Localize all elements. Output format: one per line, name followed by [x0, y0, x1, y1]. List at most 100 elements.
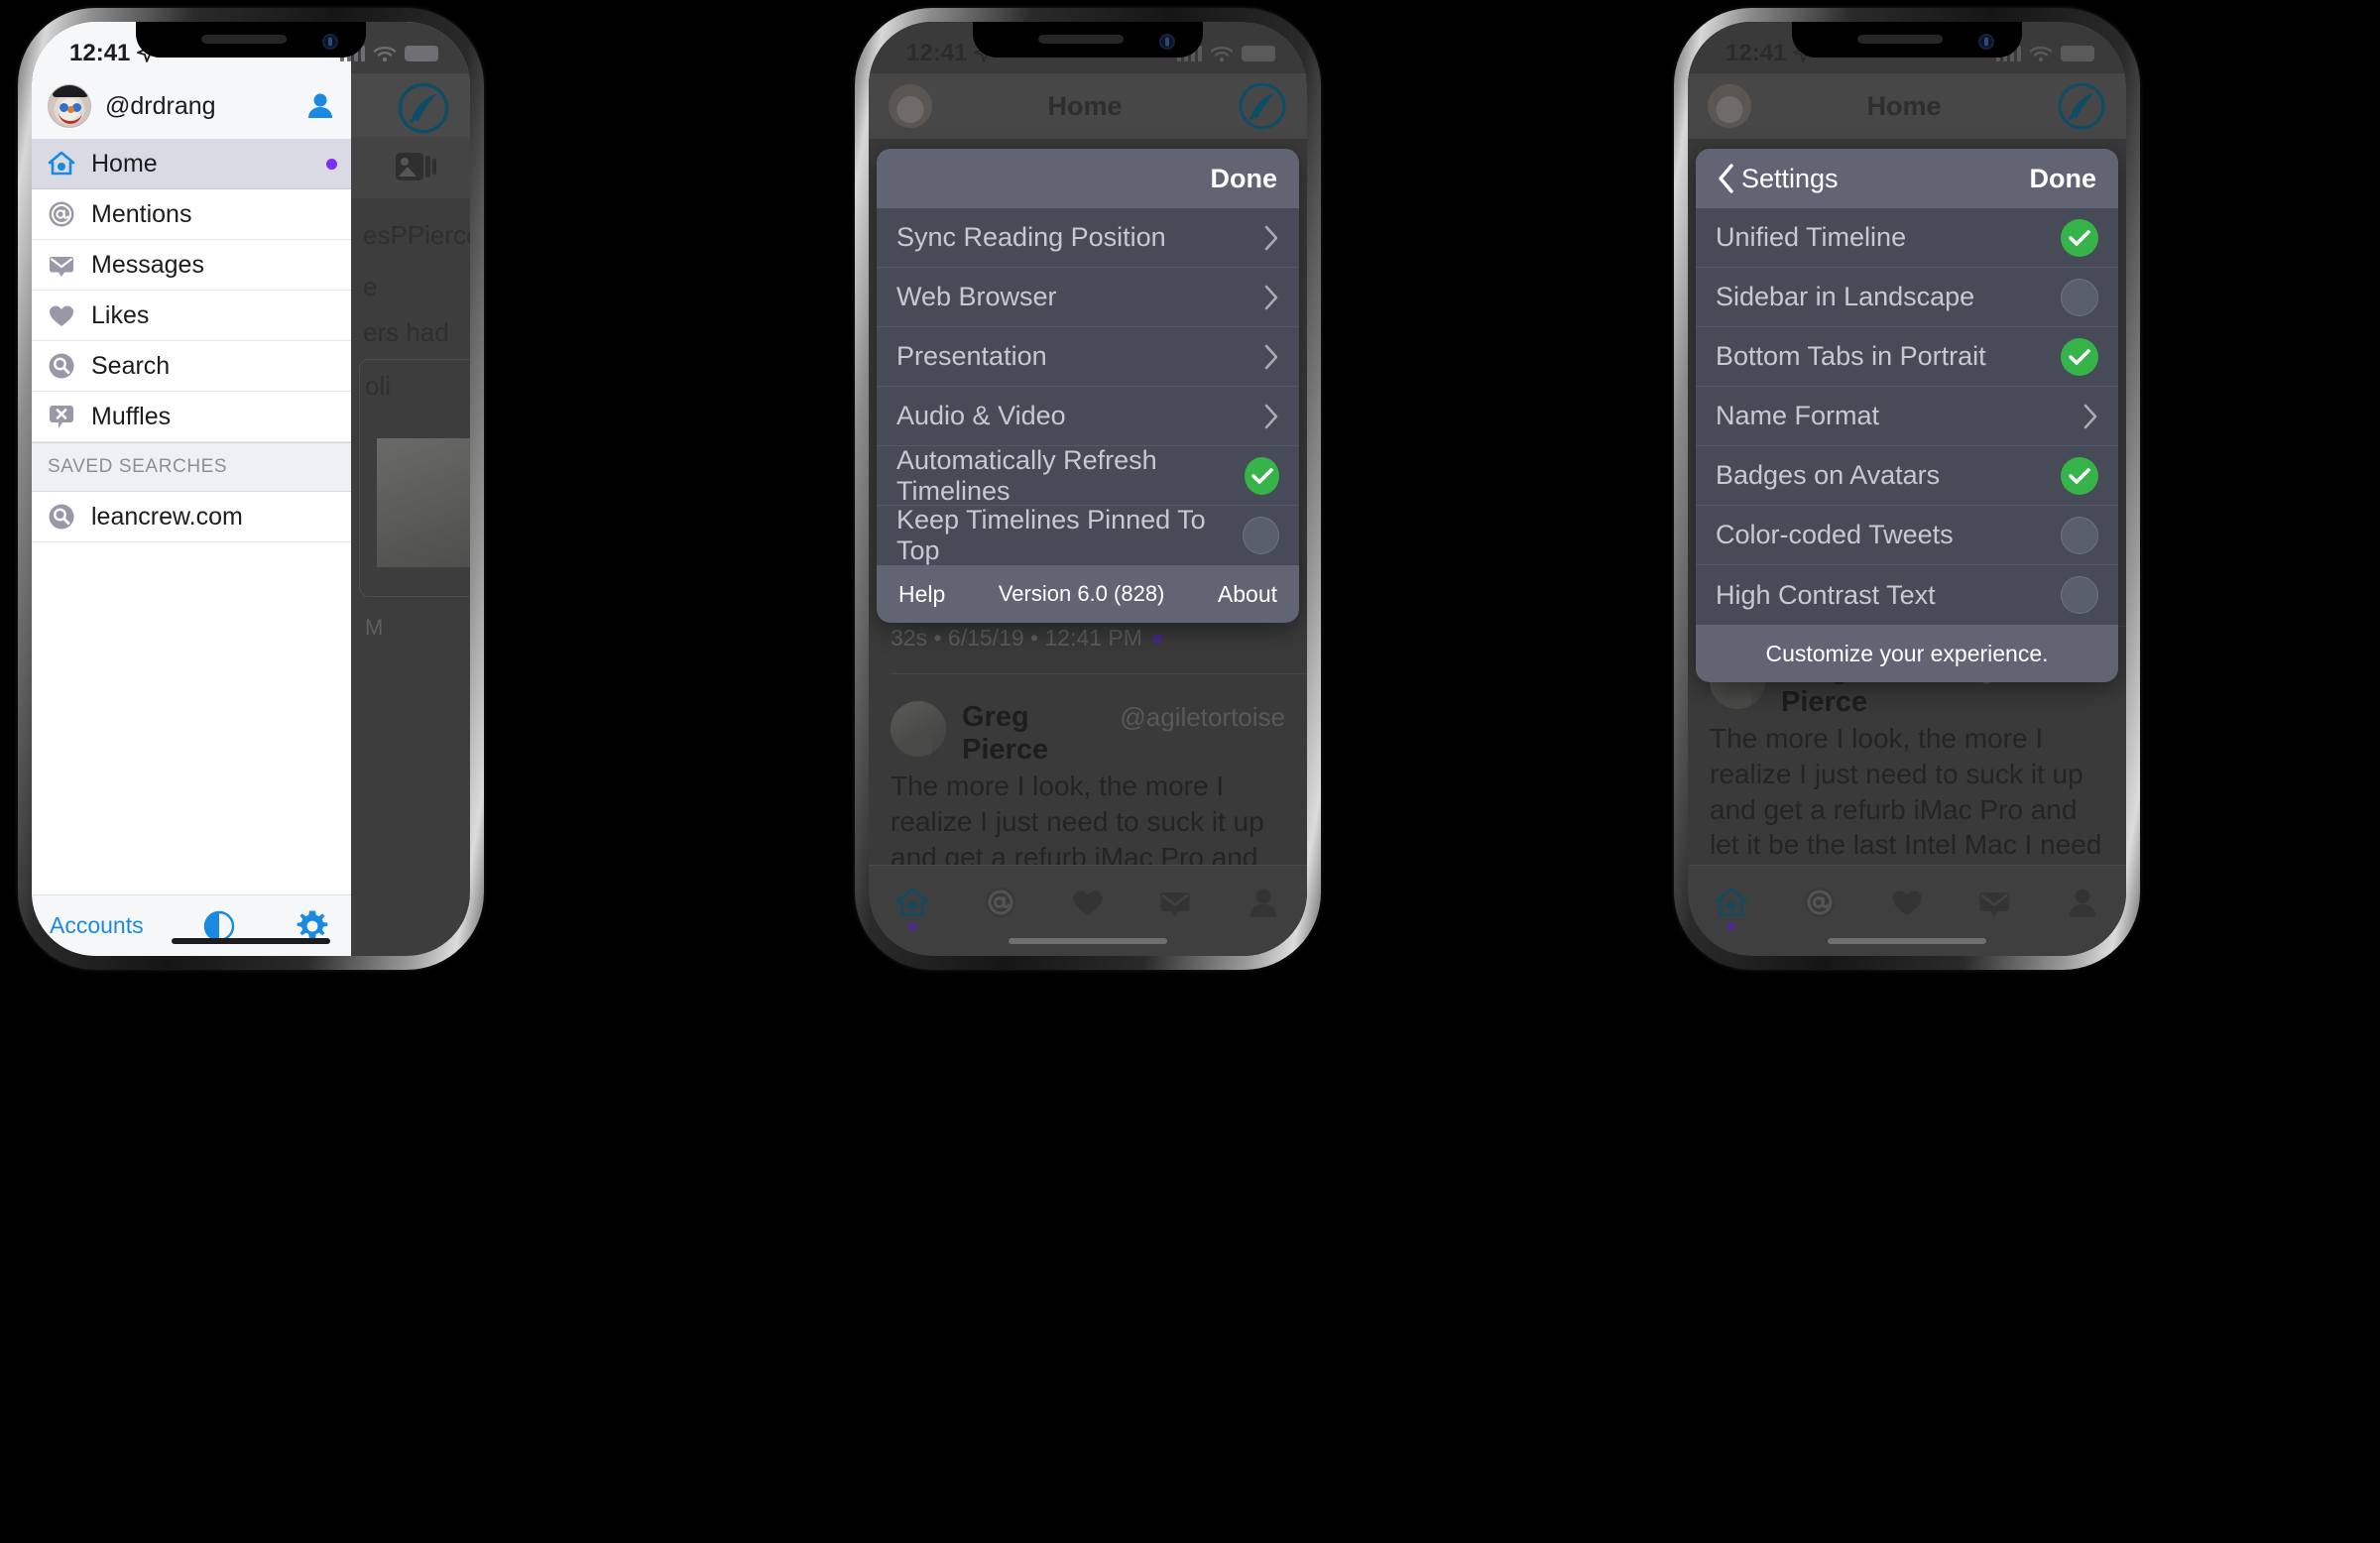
phone-1-frame: esPPierce e ers had oli M @drdrang Home … — [18, 8, 484, 970]
mute-x-icon — [50, 406, 73, 428]
tab-home[interactable] — [1715, 886, 1748, 931]
status-badge — [326, 158, 337, 170]
account-handle: @drdrang — [105, 91, 216, 120]
toggle-off-icon[interactable] — [1243, 517, 1279, 554]
background-photo — [377, 438, 470, 567]
contrast-circle-icon[interactable] — [203, 910, 235, 942]
account-row[interactable]: @drdrang — [32, 73, 351, 139]
back-button[interactable]: Settings — [1718, 164, 1839, 194]
help-button[interactable]: Help — [898, 581, 945, 608]
row-color-coded-tweets[interactable]: Color-coded Tweets — [1696, 506, 2118, 565]
photo-stack-icon[interactable] — [395, 149, 438, 188]
sidebar-item-messages[interactable]: Messages — [32, 240, 351, 291]
tab-profile[interactable] — [1247, 886, 1280, 919]
row-presentation[interactable]: Presentation — [877, 327, 1299, 387]
tab-mentions[interactable] — [1803, 886, 1837, 919]
saved-search-label: leancrew.com — [91, 502, 243, 531]
status-time: 12:41 — [906, 40, 968, 66]
row-label: Name Format — [1716, 401, 1880, 430]
done-button[interactable]: Done — [1211, 164, 1278, 194]
home-indicator[interactable] — [1828, 938, 1986, 944]
toggle-on-icon[interactable] — [2061, 456, 2098, 495]
sidebar-filler — [32, 542, 351, 894]
person-switch-icon[interactable] — [305, 91, 335, 121]
quill-compose-icon[interactable] — [1238, 81, 1287, 131]
row-keep-timelines-pinned-to-top[interactable]: Keep Timelines Pinned To Top — [877, 505, 1299, 565]
toggle-on-icon[interactable] — [2061, 218, 2098, 257]
row-label: Sync Reading Position — [896, 222, 1166, 252]
sidebar-item-likes[interactable]: Likes — [32, 291, 351, 341]
page-title: Home — [1866, 90, 1942, 121]
tweet-author-name: Greg Pierce — [962, 701, 1049, 766]
row-badges-on-avatars[interactable]: Badges on Avatars — [1696, 446, 2118, 506]
unread-dot — [1151, 633, 1162, 644]
sidebar-panel: @drdrang Home Mentions Messages Likes Se… — [32, 22, 351, 956]
row-label: High Contrast Text — [1716, 579, 1936, 610]
timeline-navbar: Home — [869, 73, 1307, 139]
row-automatically-refresh-timelines[interactable]: Automatically Refresh Timelines — [877, 444, 1299, 506]
home-indicator[interactable] — [1009, 938, 1167, 944]
row-label: Bottom Tabs in Portrait — [1716, 341, 1986, 371]
device-notch — [136, 22, 366, 58]
row-name-format[interactable]: Name Format — [1696, 387, 2118, 446]
envelope-icon — [50, 257, 73, 277]
home-icon — [48, 151, 75, 176]
row-label: Automatically Refresh Timelines — [896, 444, 1157, 506]
avatar[interactable] — [891, 701, 946, 757]
wifi-icon — [373, 46, 397, 61]
tab-home[interactable] — [895, 886, 929, 931]
sidebar-toolbar: Accounts — [32, 894, 351, 956]
row-high-contrast-text[interactable]: High Contrast Text — [1696, 565, 2118, 625]
toggle-off-icon[interactable] — [2061, 278, 2098, 316]
device-notch — [973, 22, 1203, 58]
front-camera — [1159, 34, 1175, 50]
row-sidebar-in-landscape[interactable]: Sidebar in Landscape — [1696, 268, 2118, 327]
front-camera — [1978, 34, 1994, 50]
row-unified-timeline[interactable]: Unified Timeline — [1696, 208, 2118, 268]
done-button[interactable]: Done — [2030, 164, 2097, 194]
avatar[interactable] — [48, 84, 91, 128]
toggle-on-icon[interactable] — [2061, 337, 2098, 376]
sidebar-nav-list: Home Mentions Messages Likes Search Muff… — [32, 139, 351, 442]
tweet-author-handle: @agiletortoise — [1120, 702, 1285, 732]
phone-1-inner: esPPierce e ers had oli M @drdrang Home … — [32, 22, 470, 956]
row-audio-video[interactable]: Audio & Video — [877, 387, 1299, 446]
toggle-off-icon[interactable] — [2061, 516, 2098, 554]
sidebar-item-label: Mentions — [91, 199, 192, 228]
toggle-on-icon[interactable] — [1245, 456, 1279, 495]
tab-likes[interactable] — [1890, 886, 1924, 919]
tab-profile[interactable] — [2066, 886, 2099, 919]
front-camera — [322, 34, 338, 50]
row-sync-reading-position[interactable]: Sync Reading Position — [877, 208, 1299, 268]
wifi-icon — [1210, 46, 1234, 61]
accounts-button[interactable]: Accounts — [50, 912, 144, 939]
quill-compose-icon[interactable] — [2057, 81, 2106, 131]
avatar[interactable] — [1708, 84, 1751, 128]
avatar[interactable] — [889, 84, 932, 128]
sidebar-item-mentions[interactable]: Mentions — [32, 189, 351, 240]
sidebar-item-label: Muffles — [91, 402, 172, 430]
phone-3-inner: Home 38s • 6/15/19 • 12:41 PM — [1688, 22, 2126, 956]
dimmed-timeline-background: esPPierce e ers had oli M — [351, 22, 470, 956]
page-title: Home — [1047, 90, 1123, 121]
sidebar-item-search[interactable]: Search — [32, 341, 351, 392]
row-bottom-tabs-in-portrait[interactable]: Bottom Tabs in Portrait — [1696, 327, 2118, 387]
sidebar-item-muffles[interactable]: Muffles — [32, 392, 351, 442]
phone-3-frame: Home 38s • 6/15/19 • 12:41 PM — [1674, 8, 2140, 970]
sidebar-item-home[interactable]: Home — [32, 139, 351, 189]
popover-footer: Customize your experience. — [1696, 625, 2118, 682]
tab-mentions[interactable] — [984, 886, 1017, 919]
tab-messages[interactable] — [1977, 886, 2011, 919]
chevron-right-icon — [1264, 344, 1278, 369]
toggle-off-icon[interactable] — [2061, 576, 2098, 614]
saved-search-item[interactable]: leancrew.com — [32, 492, 351, 542]
battery-icon — [1242, 46, 1275, 61]
saved-searches-header: SAVED SEARCHES — [32, 442, 351, 492]
tab-likes[interactable] — [1071, 886, 1105, 919]
home-indicator[interactable] — [172, 938, 330, 944]
tab-messages[interactable] — [1158, 886, 1192, 919]
row-web-browser[interactable]: Web Browser — [877, 268, 1299, 327]
quill-compose-icon[interactable] — [397, 81, 450, 135]
phone-2-inner: Home 14m • 6/15/19 • 12:27 PM 32s • 6/15… — [869, 22, 1307, 956]
about-button[interactable]: About — [1218, 581, 1277, 608]
